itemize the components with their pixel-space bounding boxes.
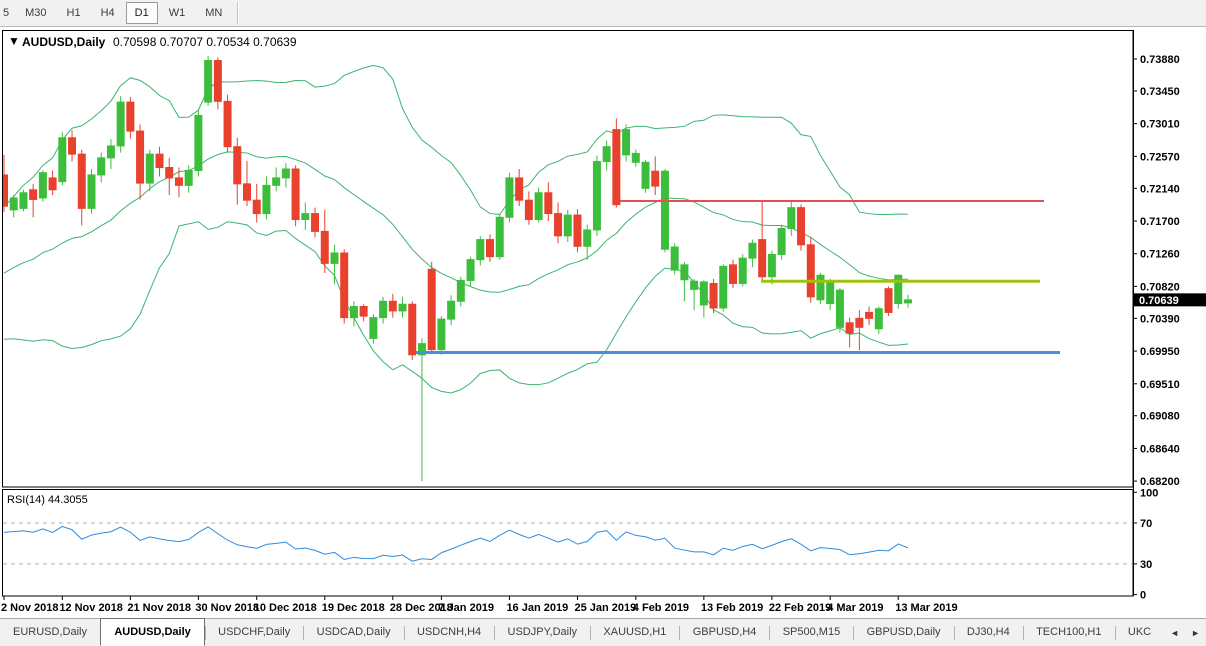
date-tick-label: 10 Dec 2018 bbox=[254, 602, 317, 614]
rsi-tick-label: 70 bbox=[1140, 518, 1152, 530]
price-tick-label: 0.69080 bbox=[1140, 411, 1180, 423]
toolbar-separator bbox=[237, 2, 239, 24]
timeframe-button-h1[interactable]: H1 bbox=[58, 2, 90, 24]
price-tick-label: 0.69510 bbox=[1140, 379, 1180, 391]
rsi-tick-label: 100 bbox=[1140, 487, 1158, 499]
chart-tab-usdcnh-h4[interactable]: USDCNH,H4 bbox=[404, 619, 494, 646]
chart-tab-xauusd-h1[interactable]: XAUUSD,H1 bbox=[590, 619, 679, 646]
chart-tab-gbpusd-h4[interactable]: GBPUSD,H4 bbox=[680, 619, 770, 646]
chart-title-ohlc: 0.70598 0.70707 0.70534 0.70639 bbox=[113, 35, 297, 49]
price-tick-label: 0.71260 bbox=[1140, 249, 1180, 261]
chart-tab-sp500-m15[interactable]: SP500,M15 bbox=[770, 619, 853, 646]
date-tick-label: 4 Mar 2019 bbox=[827, 602, 883, 614]
timeframe-button-mn[interactable]: MN bbox=[196, 2, 231, 24]
price-tick-label: 0.69950 bbox=[1140, 346, 1180, 358]
chart-tab-tech100-h1[interactable]: TECH100,H1 bbox=[1023, 619, 1114, 646]
chart-tab-usdjpy-daily[interactable]: USDJPY,Daily bbox=[495, 619, 591, 646]
date-tick-label: 13 Mar 2019 bbox=[895, 602, 957, 614]
price-axis[interactable]: 0.73880 0.73450 0.73010 0.72570 0.72140 0.717… bbox=[1133, 30, 1180, 602]
date-tick-label: 12 Nov 2018 bbox=[59, 602, 123, 614]
date-axis[interactable]: 2 Nov 201812 Nov 2018 21 Nov 2018 30 Nov 2… bbox=[1, 596, 958, 614]
date-tick-label: 30 Nov 2018 bbox=[195, 602, 259, 614]
svg-text:0.70639: 0.70639 bbox=[1139, 295, 1179, 307]
chart-tab-usdchf-daily[interactable]: USDCHF,Daily bbox=[205, 619, 303, 646]
timeframe-button-h4[interactable]: H4 bbox=[92, 2, 124, 24]
date-tick-label: 21 Nov 2018 bbox=[127, 602, 191, 614]
date-tick-label: 2 Nov 2018 bbox=[1, 602, 58, 614]
price-tick-label: 0.68640 bbox=[1140, 443, 1180, 455]
tab-scroll-controls: ◄► bbox=[1164, 619, 1206, 646]
chart-tab-gbpusd-daily[interactable]: GBPUSD,Daily bbox=[854, 619, 954, 646]
chart-title-symbol: AUDUSD,Daily bbox=[22, 35, 106, 49]
date-tick-label: 4 Feb 2019 bbox=[633, 602, 689, 614]
current-price-tag: 0.70639 bbox=[1134, 293, 1206, 307]
price-tick-label: 0.70820 bbox=[1140, 281, 1180, 293]
chart-tab-usdcad-daily[interactable]: USDCAD,Daily bbox=[304, 619, 404, 646]
trading-terminal-window: { "toolbar": { "timeframes": [ {"label":… bbox=[0, 0, 1206, 646]
chart-area[interactable]: 0.73880 0.73450 0.73010 0.72570 0.72140 0.717… bbox=[0, 0, 1206, 618]
price-tick-label: 0.72570 bbox=[1140, 151, 1180, 163]
price-tick-label: 0.73450 bbox=[1140, 86, 1180, 98]
symbol-dropdown-icon[interactable]: ▼ bbox=[8, 34, 20, 48]
tabs-scroll-right-icon[interactable]: ► bbox=[1185, 628, 1206, 638]
timeframe-button-w1[interactable]: W1 bbox=[160, 2, 195, 24]
date-tick-label: 22 Feb 2019 bbox=[769, 602, 831, 614]
rsi-tick-label: 0 bbox=[1140, 590, 1146, 602]
price-tick-label: 0.73880 bbox=[1140, 54, 1180, 66]
timeframe-button-m30[interactable]: M30 bbox=[16, 2, 55, 24]
price-tick-label: 0.70390 bbox=[1140, 313, 1180, 325]
price-tick-label: 0.72140 bbox=[1140, 183, 1180, 195]
timeframe-button-d1[interactable]: D1 bbox=[126, 2, 158, 24]
tabs-scroll-left-icon[interactable]: ◄ bbox=[1164, 628, 1185, 638]
timeframe-toolbar: 5M30H1H4D1W1MN bbox=[0, 0, 1206, 27]
chart-tab-ukc[interactable]: UKC bbox=[1115, 619, 1164, 646]
rsi-panel[interactable] bbox=[3, 490, 1134, 597]
chart-tab-eurusd-daily[interactable]: EURUSD,Daily bbox=[0, 619, 100, 646]
date-tick-label: 16 Jan 2019 bbox=[506, 602, 568, 614]
price-tick-label: 0.71700 bbox=[1140, 216, 1180, 228]
date-tick-label: 25 Jan 2019 bbox=[574, 602, 636, 614]
chart-tabs-bar: EURUSD,DailyAUDUSD,DailyUSDCHF,DailyUSDC… bbox=[0, 618, 1206, 646]
chart-tab-audusd-daily[interactable]: AUDUSD,Daily bbox=[100, 618, 204, 646]
rsi-tick-label: 30 bbox=[1140, 559, 1152, 571]
date-tick-label: 13 Feb 2019 bbox=[701, 602, 763, 614]
timeframe-button-5[interactable]: 5 bbox=[1, 2, 14, 24]
date-tick-label: 7 Jan 2019 bbox=[438, 602, 494, 614]
chart-tab-dj30-h4[interactable]: DJ30,H4 bbox=[954, 619, 1023, 646]
price-tick-label: 0.73010 bbox=[1140, 119, 1180, 131]
rsi-indicator-label: RSI(14) 44.3055 bbox=[7, 494, 88, 506]
date-tick-label: 19 Dec 2018 bbox=[322, 602, 385, 614]
main-chart-panel[interactable] bbox=[3, 31, 1134, 488]
